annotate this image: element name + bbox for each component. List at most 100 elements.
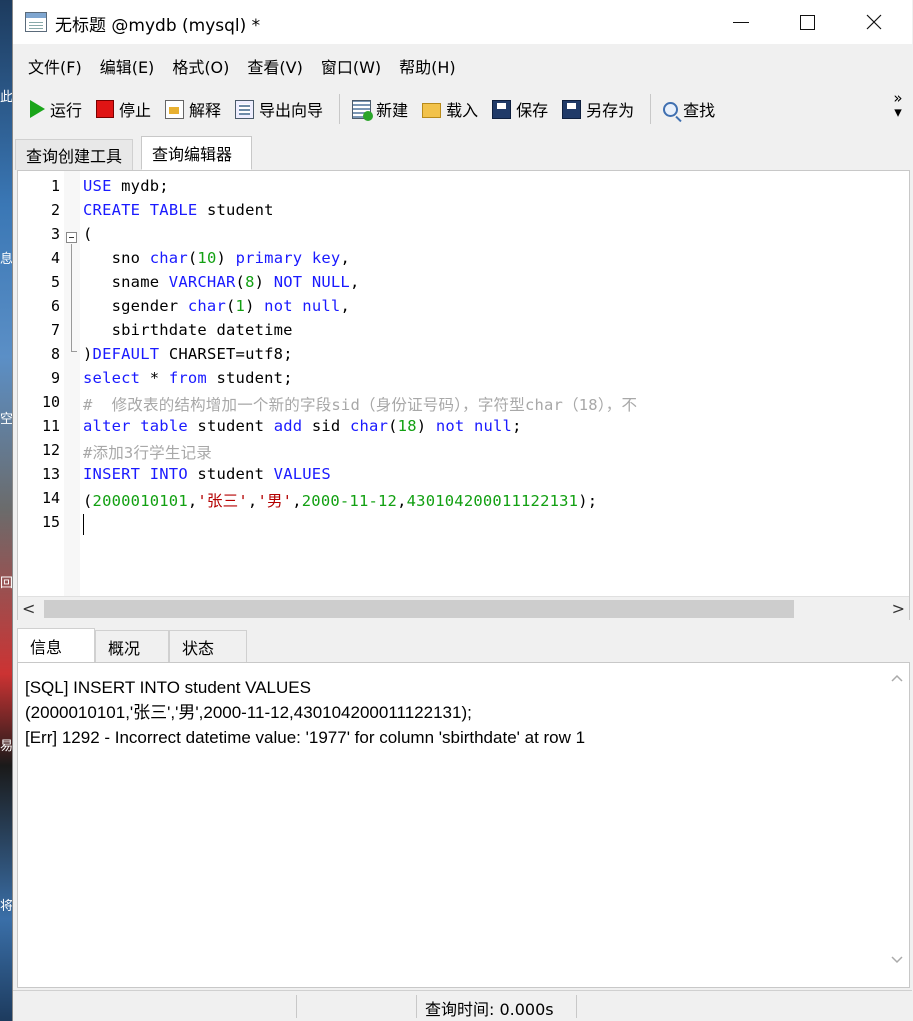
menu-edit[interactable]: 编辑(E)	[93, 52, 162, 80]
message-line: [SQL] INSERT INTO student VALUES	[25, 678, 311, 697]
export-label: 导出向导	[259, 101, 324, 120]
save-as-button[interactable]: 另存为	[557, 93, 639, 125]
vertical-scrollbar[interactable]	[887, 663, 909, 987]
load-button[interactable]: 载入	[417, 93, 483, 125]
sql-text: (	[83, 225, 93, 243]
sql-keyword: char	[349, 417, 389, 435]
sql-editor[interactable]: 1 2 3 4 5 6 7 8 9 10 11 12 13 14 15 USE mydb; CREATE TA…	[17, 170, 910, 620]
line-number: 15	[41, 513, 60, 531]
sql-number: 8	[245, 273, 255, 291]
run-button[interactable]: 运行	[23, 93, 87, 125]
status-divider	[416, 995, 417, 1018]
stop-button[interactable]: 停止	[91, 93, 156, 125]
stop-icon	[96, 100, 115, 118]
save-button[interactable]: 保存	[487, 93, 553, 125]
line-number: 8	[50, 345, 60, 363]
sql-text: ,	[340, 297, 350, 315]
line-number: 6	[50, 297, 60, 315]
find-label: 查找	[683, 101, 716, 120]
sql-text: (	[187, 249, 198, 267]
sql-text: CHARSET=utf8;	[159, 345, 293, 363]
status-divider	[576, 995, 577, 1018]
horizontal-scrollbar[interactable]: < >	[18, 596, 909, 620]
title-bar[interactable]: 无标题 @mydb (mysql) *	[13, 0, 912, 44]
sql-number: 18	[397, 417, 417, 435]
line-number: 1	[50, 177, 60, 195]
scroll-down-icon[interactable]	[890, 955, 904, 965]
tab-query-builder[interactable]: 查询创建工具	[15, 139, 134, 170]
window-title: 无标题 @mydb (mysql) *	[55, 16, 261, 36]
text-caret	[83, 514, 84, 535]
line-number: 5	[50, 273, 60, 291]
fold-collapse-icon[interactable]	[66, 232, 77, 243]
line-number: 14	[41, 489, 60, 507]
find-button[interactable]: 查找	[658, 93, 720, 125]
line-number: 12	[41, 441, 60, 459]
code-line: sname VARCHAR(8) NOT NULL,	[83, 273, 360, 291]
sql-text: (	[388, 417, 398, 435]
minimize-button[interactable]	[718, 0, 764, 44]
tab-overview[interactable]: 概况	[95, 630, 169, 662]
sql-text: sno	[83, 249, 150, 267]
sql-text: ,	[247, 492, 258, 510]
menu-bar: 文件(F) 编辑(E) 格式(O) 查看(V) 窗口(W) 帮助(H)	[13, 46, 912, 86]
query-time: 查询时间: 0.000s	[425, 1000, 554, 1019]
menu-window[interactable]: 窗口(W)	[314, 52, 388, 80]
line-number: 3	[50, 225, 60, 243]
chevron-down-icon: ▾	[894, 103, 902, 121]
line-number: 13	[41, 465, 60, 483]
sql-keyword: TABLE	[149, 201, 198, 219]
explain-button[interactable]: 解释	[160, 93, 226, 125]
menu-help[interactable]: 帮助(H)	[392, 52, 463, 80]
close-icon	[866, 14, 882, 30]
status-divider	[296, 995, 297, 1018]
sql-number: 10	[197, 249, 217, 267]
sql-comment: #添加3行学生记录	[83, 444, 212, 462]
sql-text: (	[226, 297, 236, 315]
fold-guide	[71, 244, 72, 352]
sql-number: 430104200011122131	[406, 492, 579, 510]
scrollbar-thumb[interactable]	[44, 600, 794, 618]
scroll-left-icon[interactable]: <	[22, 599, 35, 618]
explain-icon	[165, 99, 185, 119]
status-bar: 查询时间: 0.000s	[13, 990, 912, 1021]
table-window-icon	[25, 12, 47, 32]
tab-query-editor[interactable]: 查询编辑器	[141, 136, 252, 170]
menu-file[interactable]: 文件(F)	[21, 52, 89, 80]
new-button[interactable]: 新建	[347, 93, 413, 125]
folder-icon	[422, 103, 442, 118]
toolbar-divider	[339, 94, 341, 124]
menu-view[interactable]: 查看(V)	[240, 52, 309, 80]
close-button[interactable]	[851, 0, 897, 44]
sql-keyword: char	[187, 297, 226, 315]
sql-keyword: not null	[435, 417, 513, 435]
sql-string: '男'	[257, 492, 293, 510]
scroll-right-icon[interactable]: >	[892, 599, 905, 618]
scroll-up-icon[interactable]	[890, 673, 904, 683]
sql-text: mydb;	[111, 177, 169, 195]
sql-string: '张三'	[197, 492, 248, 510]
sql-text: sname	[83, 273, 169, 291]
desktop-icon-label: 回	[0, 576, 12, 591]
code-line: #添加3行学生记录	[83, 441, 212, 463]
sql-keyword: VARCHAR	[168, 273, 236, 291]
sql-text: student	[187, 417, 274, 435]
menu-format[interactable]: 格式(O)	[165, 52, 236, 80]
tab-info[interactable]: 信息	[17, 628, 95, 662]
code-line: USE mydb;	[83, 177, 169, 195]
code-line: sgender char(1) not null,	[83, 297, 350, 315]
sql-keyword: alter	[83, 417, 131, 435]
maximize-button[interactable]	[784, 0, 830, 44]
line-number: 4	[50, 249, 60, 267]
tab-status[interactable]: 状态	[169, 630, 247, 662]
toolbar-overflow-button[interactable]: » ▾	[890, 91, 906, 121]
export-wizard-button[interactable]: 导出向导	[230, 93, 328, 125]
toolbar-divider	[650, 94, 652, 124]
code-area[interactable]: USE mydb; CREATE TABLE student( sno char(…	[83, 171, 909, 596]
code-line: INSERT INTO student VALUES	[83, 465, 331, 483]
code-line: CREATE TABLE student	[83, 201, 274, 219]
fold-guide-end	[71, 351, 77, 352]
sql-text: )	[254, 273, 274, 291]
sql-keyword: NOT NULL	[273, 273, 350, 291]
